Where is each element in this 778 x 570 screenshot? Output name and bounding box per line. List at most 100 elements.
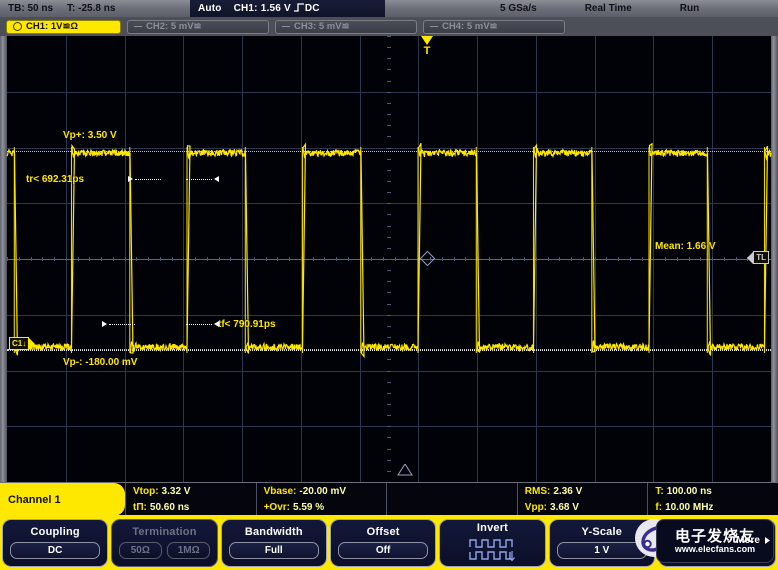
arrow-right-icon [102, 321, 107, 327]
softkey-offset-title: Offset [367, 526, 400, 538]
measurement-cell[interactable]: Vbase:-20.00 mV [256, 483, 387, 500]
measurement-cell-empty [386, 483, 517, 500]
dotted-span [109, 324, 135, 325]
annotation-fall-time: tf< 790.91ps [218, 319, 276, 330]
waveform-display[interactable]: T Vp+: 3.50 V tr< 692.31ps tf< 790.91ps … [0, 36, 778, 482]
annotation-vp-plus: Vp+: 3.50 V [63, 130, 117, 141]
rise-marker-left [128, 176, 161, 182]
measurement-key: f: [655, 502, 662, 513]
timebase-section[interactable]: TB: 50 ns T: -25.8 ns [0, 0, 190, 17]
dotted-span [186, 324, 212, 325]
measurement-value: 50.60 ns [150, 502, 189, 513]
channel-tab-bar: CH1: 1V≌Ω CH2: 5 mV≌ CH3: 5 mV≌ CH4: 5 m… [0, 17, 778, 36]
channel-tab-ch2[interactable]: CH2: 5 mV≌ [127, 20, 269, 34]
rise-marker-right [186, 176, 219, 182]
measurement-key: tΠ: [133, 502, 147, 513]
trigger-level-marker[interactable]: TL [747, 251, 769, 264]
channel-off-icon [134, 26, 142, 27]
horizontal-position-marker[interactable] [397, 464, 413, 476]
arrow-right-icon [128, 176, 133, 182]
measurement-cell[interactable]: f:10.00 MHz [647, 500, 778, 517]
measurement-cell[interactable]: +Ovr:5.59 % [256, 500, 387, 517]
softkey-offset[interactable]: Offset Off [330, 519, 436, 567]
acquisition-section: 5 GSa/s Real Time Run [500, 0, 778, 17]
measurement-key: Vbase: [264, 486, 297, 497]
softkey-termination: Termination 50Ω 1MΩ [111, 519, 217, 567]
trigger-marker-label: T [421, 46, 433, 57]
annotation-mean: Mean: 1.66 V [655, 241, 716, 252]
oscilloscope-screen: TB: 50 ns T: -25.8 ns Auto CH1: 1.56 V D… [0, 0, 778, 570]
more-label: More [736, 535, 760, 546]
rising-edge-icon [294, 3, 305, 12]
measurement-value: 2.36 V [553, 486, 582, 497]
timebase-readout: TB: 50 ns [8, 3, 53, 14]
channel-tab-ch4[interactable]: CH4: 5 mV≌ [423, 20, 565, 34]
channel-off-icon [282, 26, 290, 27]
channel-ground-label: C1↓ [9, 337, 29, 350]
arrow-right-icon [29, 338, 35, 350]
trigger-position-readout: T: -25.8 ns [67, 3, 115, 14]
dotted-span [186, 179, 212, 180]
sample-rate: 5 GSa/s [500, 3, 537, 14]
termination-50ohm-option: 50Ω [119, 542, 162, 559]
measurement-value: -20.00 mV [299, 486, 346, 497]
softkey-invert[interactable]: Invert [439, 519, 545, 567]
channel-indicator-icon [13, 22, 22, 31]
acquisition-mode: Real Time [585, 3, 632, 14]
measurement-key: Vtop: [133, 486, 159, 497]
trigger-triangle-icon [421, 36, 433, 45]
dotted-span [135, 179, 161, 180]
softkey-bandwidth-title: Bandwidth [245, 526, 303, 538]
channel-tab-ch1-label: CH1: 1V≌Ω [26, 21, 78, 32]
channel-tab-ch4-label: CH4: 5 mV≌ [442, 21, 498, 32]
measurement-key: RMS: [525, 486, 551, 497]
chevron-right-icon [763, 536, 772, 545]
trigger-section[interactable]: Auto CH1: 1.56 V DC [190, 0, 385, 17]
softkey-coupling[interactable]: Coupling DC [2, 519, 108, 567]
softkey-bandwidth-value[interactable]: Full [229, 542, 319, 559]
trigger-position-marker[interactable]: T [421, 36, 433, 57]
channel-off-icon [430, 26, 438, 27]
measurement-cell[interactable]: RMS:2.36 V [517, 483, 648, 500]
measurement-cell[interactable]: tΠ:50.60 ns [125, 500, 256, 517]
measurement-cell-empty [386, 500, 517, 517]
softkey-bandwidth[interactable]: Bandwidth Full [221, 519, 327, 567]
measurement-value: 3.32 V [162, 486, 191, 497]
softkey-termination-options: 50Ω 1MΩ [119, 542, 211, 559]
measurement-key: T: [655, 486, 663, 497]
measurement-cell[interactable]: T: 100.00 ns [647, 483, 778, 500]
active-channel-badge[interactable]: Channel 1 [0, 483, 125, 516]
softkey-termination-title: Termination [132, 526, 196, 538]
softkey-yscale-title: Y-Scale [582, 526, 623, 538]
annotation-rise-time: tr< 692.31ps [26, 174, 84, 185]
softkey-coupling-title: Coupling [31, 526, 80, 538]
trigger-mode: Auto [198, 3, 222, 14]
channel-ground-marker[interactable]: C1↓ [9, 337, 35, 350]
run-state: Run [680, 3, 699, 14]
measurement-key: Vpp: [525, 502, 547, 513]
waveform-trace-ch1 [0, 36, 778, 482]
channel-tab-ch3[interactable]: CH3: 5 mV≌ [275, 20, 417, 34]
softkey-offset-value[interactable]: Off [338, 542, 428, 559]
arrow-left-icon [214, 321, 219, 327]
measurement-bar: Channel 1 Vtop:3.32 VVbase:-20.00 mVRMS:… [0, 482, 778, 517]
measurement-key: +Ovr: [264, 502, 290, 513]
arrow-left-icon [214, 176, 219, 182]
channel-tab-ch1[interactable]: CH1: 1V≌Ω [6, 20, 121, 34]
measurement-value: 100.00 ns [667, 486, 712, 497]
measurement-grid: Vtop:3.32 VVbase:-20.00 mVRMS:2.36 VT:10… [125, 483, 778, 516]
trigger-source-level: CH1: 1.56 V DC [234, 3, 320, 14]
channel-tab-ch3-label: CH3: 5 mV≌ [294, 21, 350, 32]
softkey-coupling-value[interactable]: DC [10, 542, 100, 559]
measurement-value: 5.59 % [293, 502, 324, 513]
invert-waveform-icon [469, 538, 515, 563]
more-softkey-label[interactable]: More [736, 535, 772, 546]
termination-1mohm-option: 1MΩ [167, 542, 210, 559]
fall-marker-right [186, 321, 219, 327]
trigger-level-label: TL [753, 251, 769, 264]
measurement-value: 10.00 MHz [665, 502, 713, 513]
softkey-invert-title: Invert [477, 522, 508, 534]
measurement-cell[interactable]: Vtop:3.32 V [125, 483, 256, 500]
measurement-cell[interactable]: Vpp:3.68 V [517, 500, 648, 517]
annotation-vp-minus: Vp-: -180.00 mV [63, 357, 137, 368]
